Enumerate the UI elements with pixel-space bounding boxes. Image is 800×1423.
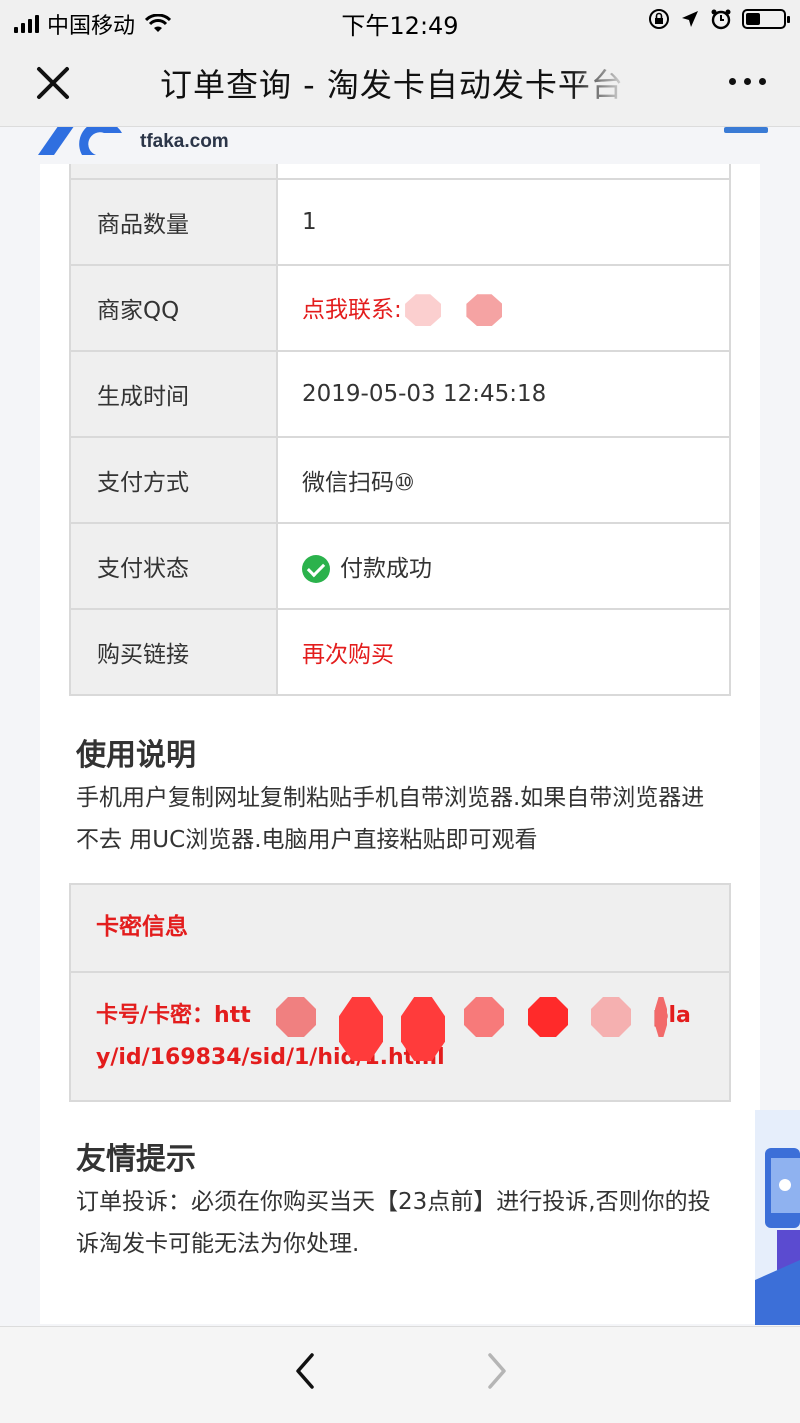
table-row: 商品数量 1 [69,178,731,266]
alarm-icon [711,9,731,30]
usage-text: 手机用户复制网址复制粘贴手机自带浏览器.如果自带浏览器进不去 用UC浏览器.电脑… [76,785,705,853]
back-arrow-icon[interactable] [288,1351,324,1391]
card-secret-header: 卡密信息 [71,885,729,973]
redacted-blob [466,294,503,327]
payment-status-value: 付款成功 [340,555,432,582]
order-info-table: 商品数量 1 商家QQ 点我联系: 生成时间 2019-05-03 12:45:… [69,164,731,696]
created-time-value: 2019-05-03 12:45:18 [276,350,731,438]
row-label: 商品数量 [69,178,278,266]
redacted-blob [591,997,631,1037]
close-icon[interactable] [30,60,76,106]
order-card: 商品数量 1 商家QQ 点我联系: 生成时间 2019-05-03 12:45:… [40,164,760,1324]
payment-method-value: 微信扫码⑩ [276,436,731,524]
status-right [648,8,790,30]
success-check-icon [302,555,330,584]
contact-link[interactable]: 点我联系: [302,297,402,323]
more-options-icon[interactable] [729,78,766,85]
tips-title: 友情提示 [76,1142,196,1177]
redacted-blob [528,997,568,1037]
table-row: 生成时间 2019-05-03 12:45:18 [69,350,731,438]
row-label: 购买链接 [69,608,278,696]
page-title: 订单查询 - 淘发卡自动发卡平台 [160,60,630,104]
payment-status-cell: 付款成功 [276,522,731,610]
header-indicator [724,127,768,133]
status-bar: 中国移动 下午12:49 [0,0,800,40]
usage-title: 使用说明 [76,738,196,773]
merchant-qq-cell: 点我联系: [276,264,731,352]
table-row: 支付方式 微信扫码⑩ [69,436,731,524]
location-icon [682,11,698,27]
table-row: 支付状态 付款成功 [69,522,731,610]
table-row-spacer [69,164,731,180]
quantity-value: 1 [276,178,731,266]
row-label: 生成时间 [69,350,278,438]
nav-bar: 订单查询 - 淘发卡自动发卡平台 [0,40,800,127]
forward-arrow-icon[interactable] [478,1351,514,1391]
row-label: 支付方式 [69,436,278,524]
card-secret-prefix: 卡号/卡密：htt [96,1003,251,1028]
rotation-lock-icon [649,9,669,29]
battery-icon [742,9,790,29]
redacted-blob [405,294,442,327]
tips-text: 订单投诉：必须在你购买当天【23点前】进行投诉,否则你的投诉淘发卡可能无法为你处… [76,1189,711,1257]
card-secret-body[interactable]: 卡号/卡密：htt pla y/id/169834/sid/1/hid/1.htm… [71,973,729,1079]
row-label: 支付状态 [69,522,278,610]
purchase-link-cell: 再次购买 [276,608,731,696]
card-secret-line2: y/id/169834/sid/1/hid/1.html [96,1045,445,1070]
decorative-illustration [755,1110,800,1325]
table-row: 商家QQ 点我联系: [69,264,731,352]
redacted-blob [464,997,504,1037]
card-secret-box: 卡密信息 卡号/卡密：htt pla y/id/169834/sid/1/hid/… [69,883,731,1102]
bottom-toolbar [0,1326,800,1423]
buy-again-link[interactable]: 再次购买 [302,642,394,668]
table-row: 购买链接 再次购买 [69,608,731,696]
row-label: 商家QQ [69,264,278,352]
redacted-blob [276,997,316,1037]
logo-text: tfaka.com [140,131,229,152]
site-logo[interactable]: tfaka.com [30,127,290,167]
logo-icon [38,127,122,155]
